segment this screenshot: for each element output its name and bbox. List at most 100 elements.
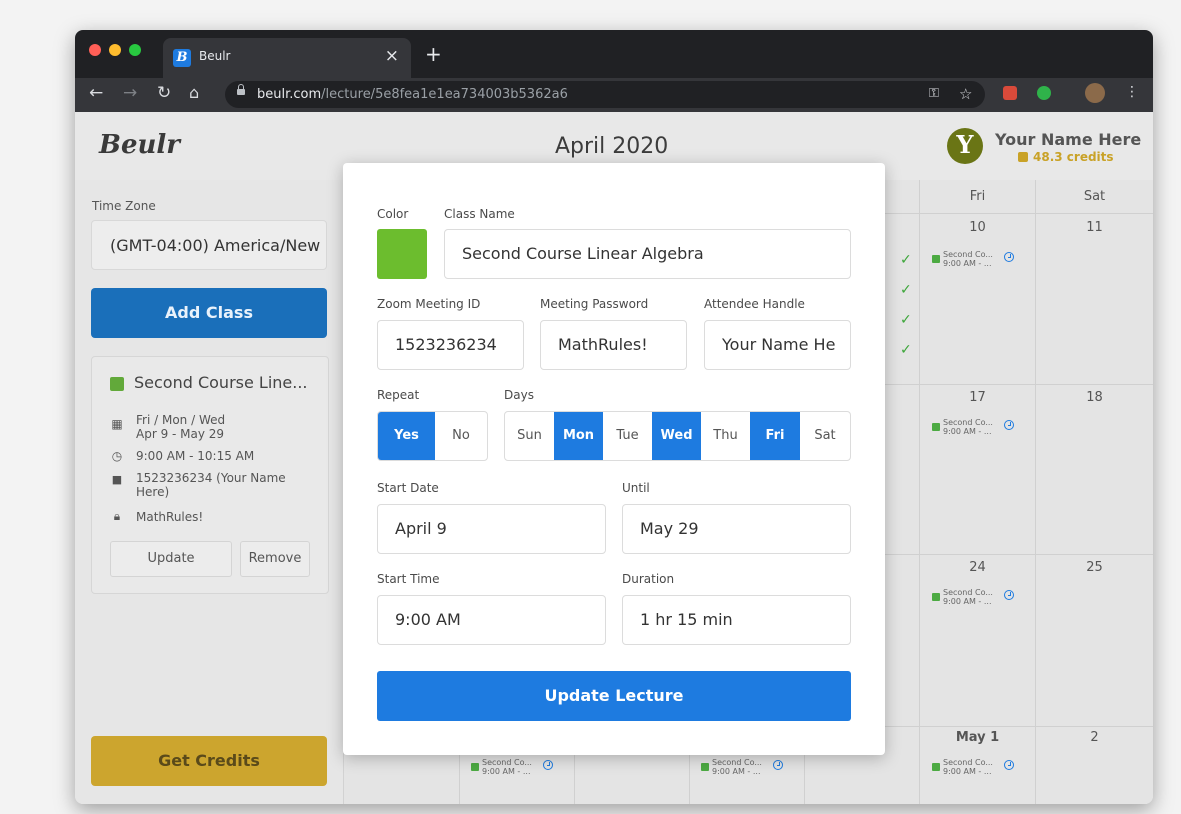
lock-icon [237,84,245,95]
repeat-no-option[interactable]: No [435,412,487,460]
event-title: Second Co... [712,758,762,767]
repeat-toggle: Yes No [377,411,488,461]
calendar-icon: ▦ [111,417,123,431]
event-time: 9:00 AM - ... [943,597,992,606]
address-bar[interactable]: beulr.com/lecture/5e8fea1e1ea734003b5362… [225,81,985,108]
maximize-window-dot[interactable] [129,44,141,56]
get-credits-button[interactable]: Get Credits [91,736,327,786]
clock-icon [1004,420,1014,430]
start-time-label: Start Time [377,572,440,586]
event-time: 9:00 AM - ... [943,427,992,436]
remove-class-button[interactable]: Remove [240,541,310,577]
day-header-fri: Fri [920,180,1035,214]
day-number[interactable]: May 1 [920,730,1035,745]
repeat-yes-option[interactable]: Yes [378,412,435,460]
start-date-input[interactable]: April 9 [377,504,606,554]
event-title: Second Co... [943,758,993,767]
event-time: 9:00 AM - ... [943,767,992,776]
key-icon[interactable]: ⚿ [929,86,939,101]
check-icon: ✓ [900,282,912,298]
new-tab-icon[interactable]: + [425,42,442,66]
duration-label: Duration [622,572,675,586]
month-title: April 2020 [555,134,669,159]
browser-toolbar: ← → ↻ ⌂ beulr.com/lecture/5e8fea1e1ea734… [75,78,1153,112]
zoom-meeting-id-input[interactable]: 1523236234 [377,320,524,370]
extension-icon[interactable] [1003,86,1017,100]
day-number[interactable]: 11 [1036,220,1153,235]
star-icon[interactable]: ☆ [959,85,972,103]
user-name[interactable]: Your Name Here [995,130,1141,149]
day-header-sat: Sat [1036,180,1153,214]
reload-icon[interactable]: ↻ [157,83,171,103]
update-lecture-button[interactable]: Update Lecture [377,671,851,721]
lock-icon: 🔒︎ [113,509,121,523]
day-number[interactable]: 2 [1036,730,1153,745]
timezone-select[interactable]: (GMT-04:00) America/New [91,220,327,270]
event-time: 9:00 AM - ... [482,767,531,776]
timezone-label: Time Zone [92,199,156,213]
day-number[interactable]: 17 [920,390,1035,405]
class-meeting-id: 1523236234 (Your Name [136,471,286,485]
attendee-handle-input[interactable]: Your Name He [704,320,851,370]
event-time: 9:00 AM - ... [712,767,761,776]
day-thu-option[interactable]: Thu [701,412,750,460]
minimize-window-dot[interactable] [109,44,121,56]
color-picker[interactable] [377,229,427,279]
clock-icon [1004,590,1014,600]
days-selector: Sun Mon Tue Wed Thu Fri Sat [504,411,851,461]
day-number[interactable]: 10 [920,220,1035,235]
event-color-swatch [471,763,479,771]
profile-icon[interactable] [1085,83,1105,103]
day-fri-option[interactable]: Fri [750,412,800,460]
add-class-button[interactable]: Add Class [91,288,327,338]
day-sat-option[interactable]: Sat [800,412,850,460]
event-title: Second Co... [943,250,993,259]
calendar-column [1035,180,1036,804]
close-tab-icon[interactable]: × [385,46,399,66]
clock-icon [543,760,553,770]
clock-icon [1004,760,1014,770]
duration-input[interactable]: 1 hr 15 min [622,595,851,645]
class-time: 9:00 AM - 10:15 AM [136,449,255,463]
class-meeting-handle: Here) [136,485,170,499]
calendar-column [919,180,920,804]
coins-icon [1018,152,1028,162]
event-title: Second Co... [482,758,532,767]
class-schedule-dates: Apr 9 - May 29 [136,427,225,441]
beulr-logo[interactable]: Beulr [99,130,180,160]
event-color-swatch [932,255,940,263]
day-wed-option[interactable]: Wed [652,412,701,460]
class-name-input[interactable]: Second Course Linear Algebra [444,229,851,279]
start-time-input[interactable]: 9:00 AM [377,595,606,645]
day-number[interactable]: 25 [1036,560,1153,575]
meeting-password-input[interactable]: MathRules! [540,320,687,370]
day-mon-option[interactable]: Mon [554,412,603,460]
class-password: MathRules! [136,510,204,524]
event-color-swatch [932,593,940,601]
close-window-dot[interactable] [89,44,101,56]
day-sun-option[interactable]: Sun [505,412,554,460]
forward-icon[interactable]: → [123,83,137,103]
clock-icon [773,760,783,770]
day-number[interactable]: 18 [1036,390,1153,405]
user-avatar[interactable]: Y [947,128,983,164]
grammarly-icon[interactable] [1037,86,1051,100]
edit-lecture-modal: Color Class Name Second Course Linear Al… [343,163,885,755]
attendee-handle-label: Attendee Handle [704,297,805,311]
back-icon[interactable]: ← [89,83,103,103]
until-date-input[interactable]: May 29 [622,504,851,554]
video-camera-icon: ■ [111,473,123,486]
day-tue-option[interactable]: Tue [603,412,652,460]
event-color-swatch [932,423,940,431]
menu-icon[interactable]: ⋮ [1125,84,1139,100]
day-number[interactable]: 24 [920,560,1035,575]
browser-tab[interactable]: B Beulr × [163,38,411,78]
home-icon[interactable]: ⌂ [189,83,199,102]
browser-window: B Beulr × + ← → ↻ ⌂ beulr.com/lecture/5e… [75,30,1153,804]
update-class-button[interactable]: Update [110,541,232,577]
zoom-meeting-id-label: Zoom Meeting ID [377,297,481,311]
check-icon: ✓ [900,252,912,268]
class-name-label: Class Name [444,207,515,221]
tab-strip: B Beulr × + [75,30,1153,78]
clock-icon: ◷ [111,449,123,463]
